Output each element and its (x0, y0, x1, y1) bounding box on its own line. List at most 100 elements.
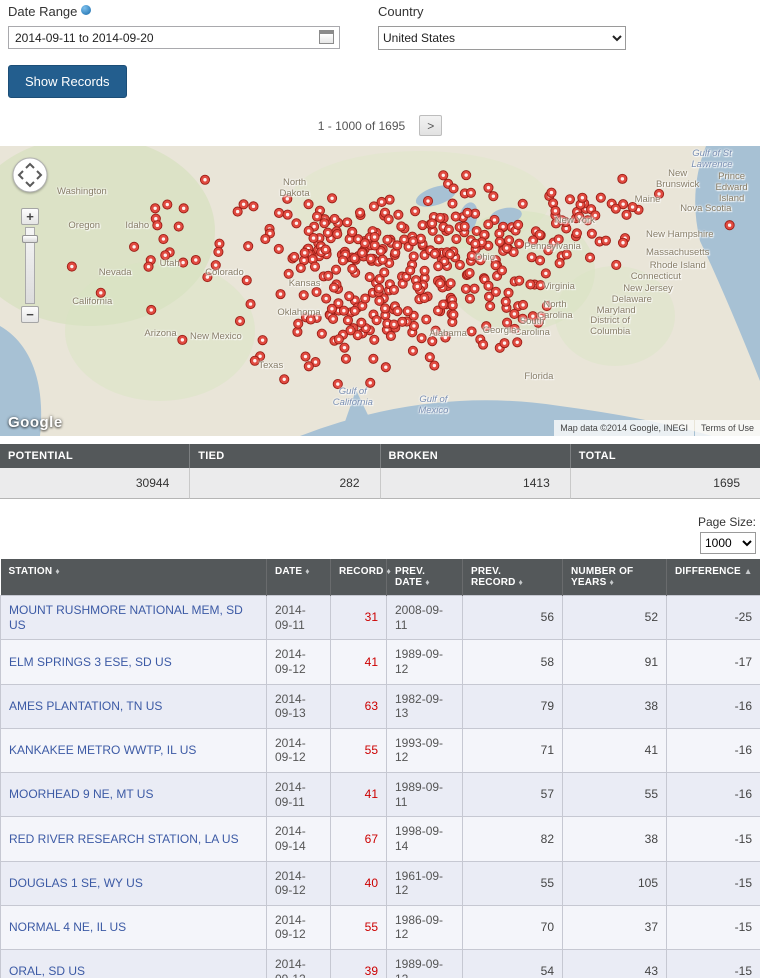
date-cell: 2014-09-14 (266, 816, 331, 862)
prev-record-cell: 57 (462, 771, 563, 818)
help-icon[interactable] (81, 5, 92, 15)
prev-record-cell: 55 (462, 860, 563, 906)
summary-table: POTENTIAL TIED BROKEN TOTAL 30944 282 1413 169… (0, 444, 760, 499)
station-cell: NORMAL 4 NE, IL US (0, 904, 267, 951)
sort-icon: ♦ (305, 566, 310, 576)
difference-cell: -25 (666, 594, 760, 641)
prev-date-cell: 1961-09-12 (386, 860, 463, 906)
country-group: Country United States (378, 3, 626, 50)
table-row: ELM SPRINGS 3 ESE, SD US 2014-09-12 41 1989… (0, 639, 760, 685)
sort-icon: ▲ (743, 566, 753, 576)
difference-cell: -16 (666, 727, 760, 774)
prev-date-cell: 1986-09-12 (386, 904, 463, 951)
column-header-date[interactable]: DATE ♦ (266, 559, 331, 596)
page: Date Range Country United States Show Re… (0, 0, 760, 978)
station-link[interactable]: DOUGLAS 1 SE, WY US (9, 876, 143, 890)
difference-cell: -15 (666, 860, 760, 906)
zoom-in-button[interactable]: + (21, 208, 39, 225)
column-header-difference[interactable]: DIFFERENCE ▲ (666, 559, 760, 596)
difference-cell: -15 (666, 816, 760, 862)
column-header-prev-date[interactable]: PREV. DATE ♦ (386, 559, 463, 596)
country-select[interactable]: United States (378, 26, 626, 50)
difference-cell: -16 (666, 683, 760, 729)
prev-date-cell: 1982-09-13 (386, 683, 463, 729)
station-link[interactable]: ELM SPRINGS 3 ESE, SD US (9, 655, 172, 669)
station-cell: ORAL, SD US (0, 948, 267, 978)
table-row: KANKAKEE METRO WWTP, IL US 2014-09-12 55 19… (0, 727, 760, 774)
record-cell: 41 (330, 771, 387, 818)
terms-of-use-link[interactable]: Terms of Use (694, 420, 760, 436)
date-cell: 2014-09-12 (266, 639, 331, 685)
table-row: NORMAL 4 NE, IL US 2014-09-12 55 1986-09-12… (0, 904, 760, 951)
page-size-select[interactable]: 1000 (700, 532, 756, 554)
table-row: MOORHEAD 9 NE, MT US 2014-09-11 41 1989-09-… (0, 771, 760, 818)
column-label: STATION (8, 566, 53, 577)
prev-record-cell: 54 (462, 948, 563, 978)
difference-cell: -15 (666, 948, 760, 978)
show-records-button[interactable]: Show Records (8, 65, 127, 98)
station-cell: MOUNT RUSHMORE NATIONAL MEM, SD US (0, 594, 267, 641)
map[interactable]: Washington Oregon Idaho North Dakota Nevada U… (0, 146, 760, 436)
station-link[interactable]: ORAL, SD US (9, 964, 85, 978)
record-cell: 63 (330, 683, 387, 729)
date-cell: 2014-09-13 (266, 683, 331, 729)
date-cell: 2014-09-12 (266, 904, 331, 951)
prev-record-cell: 71 (462, 727, 563, 774)
record-cell: 55 (330, 904, 387, 951)
summary-header-broken: BROKEN (380, 444, 571, 468)
summary-value-row: 30944 282 1413 1695 (0, 468, 760, 499)
prev-date-cell: 1989-09-12 (386, 639, 463, 685)
difference-cell: -16 (666, 771, 760, 818)
date-cell: 2014-09-11 (266, 771, 331, 818)
station-link[interactable]: RED RIVER RESEARCH STATION, LA US (9, 832, 239, 846)
years-cell: 52 (562, 594, 667, 641)
zoom-out-button[interactable]: − (21, 306, 39, 323)
google-logo[interactable]: Google (8, 414, 63, 431)
page-size-label: Page Size: (697, 515, 756, 529)
next-page-button[interactable]: > (419, 115, 443, 136)
difference-cell: -15 (666, 904, 760, 951)
date-range-group: Date Range (8, 3, 340, 49)
table-body: MOUNT RUSHMORE NATIONAL MEM, SD US 2014-0… (0, 594, 760, 978)
station-link[interactable]: AMES PLANTATION, TN US (9, 699, 162, 713)
station-link[interactable]: KANKAKEE METRO WWTP, IL US (9, 743, 196, 757)
zoom-slider[interactable] (22, 227, 38, 304)
column-header-record[interactable]: RECORD ♦ (330, 559, 391, 596)
column-header-prev-record[interactable]: PREV. RECORD ♦ (462, 559, 563, 596)
column-header-number-of-years[interactable]: NUMBER OF YEARS ♦ (562, 559, 667, 596)
summary-value-potential: 30944 (0, 468, 191, 499)
years-cell: 55 (562, 771, 667, 818)
map-pan-control[interactable] (11, 156, 49, 194)
record-cell: 55 (330, 727, 387, 774)
calendar-icon[interactable] (319, 30, 334, 44)
table-row: DOUGLAS 1 SE, WY US 2014-09-12 40 1961-09-1… (0, 860, 760, 906)
prev-record-cell: 70 (462, 904, 563, 951)
prev-date-cell: 1989-09-12 (386, 948, 463, 978)
record-cell: 31 (330, 594, 387, 641)
page-size-group: Page Size: 1000 (0, 515, 756, 554)
pagination-range: 1 - 1000 of 1695 (317, 118, 406, 133)
years-cell: 37 (562, 904, 667, 951)
record-cell: 39 (330, 948, 387, 978)
summary-value-total: 1695 (570, 468, 760, 499)
station-link[interactable]: MOUNT RUSHMORE NATIONAL MEM, SD US (9, 603, 243, 632)
prev-date-cell: 2008-09-11 (386, 594, 463, 641)
date-range-input[interactable] (8, 26, 340, 49)
years-cell: 38 (562, 683, 667, 729)
column-header-station[interactable]: STATION ♦ (0, 559, 267, 596)
prev-date-cell: 1993-09-12 (386, 727, 463, 774)
column-label: RECORD (339, 566, 384, 577)
years-cell: 41 (562, 727, 667, 774)
years-cell: 105 (562, 860, 667, 906)
station-link[interactable]: MOORHEAD 9 NE, MT US (9, 787, 153, 801)
zoom-slider-handle[interactable] (22, 235, 38, 243)
column-label: DIFFERENCE (675, 566, 741, 577)
summary-value-broken: 1413 (380, 468, 571, 499)
prev-record-cell: 79 (462, 683, 563, 729)
prev-record-cell: 56 (462, 594, 563, 641)
difference-cell: -17 (666, 639, 760, 685)
station-link[interactable]: NORMAL 4 NE, IL US (9, 920, 126, 934)
table-header-row: STATION ♦ DATE ♦ RECORD ♦ PREV. DATE ♦ PREV. REC… (0, 559, 760, 596)
date-cell: 2014-09-12 (266, 948, 331, 978)
years-cell: 91 (562, 639, 667, 685)
